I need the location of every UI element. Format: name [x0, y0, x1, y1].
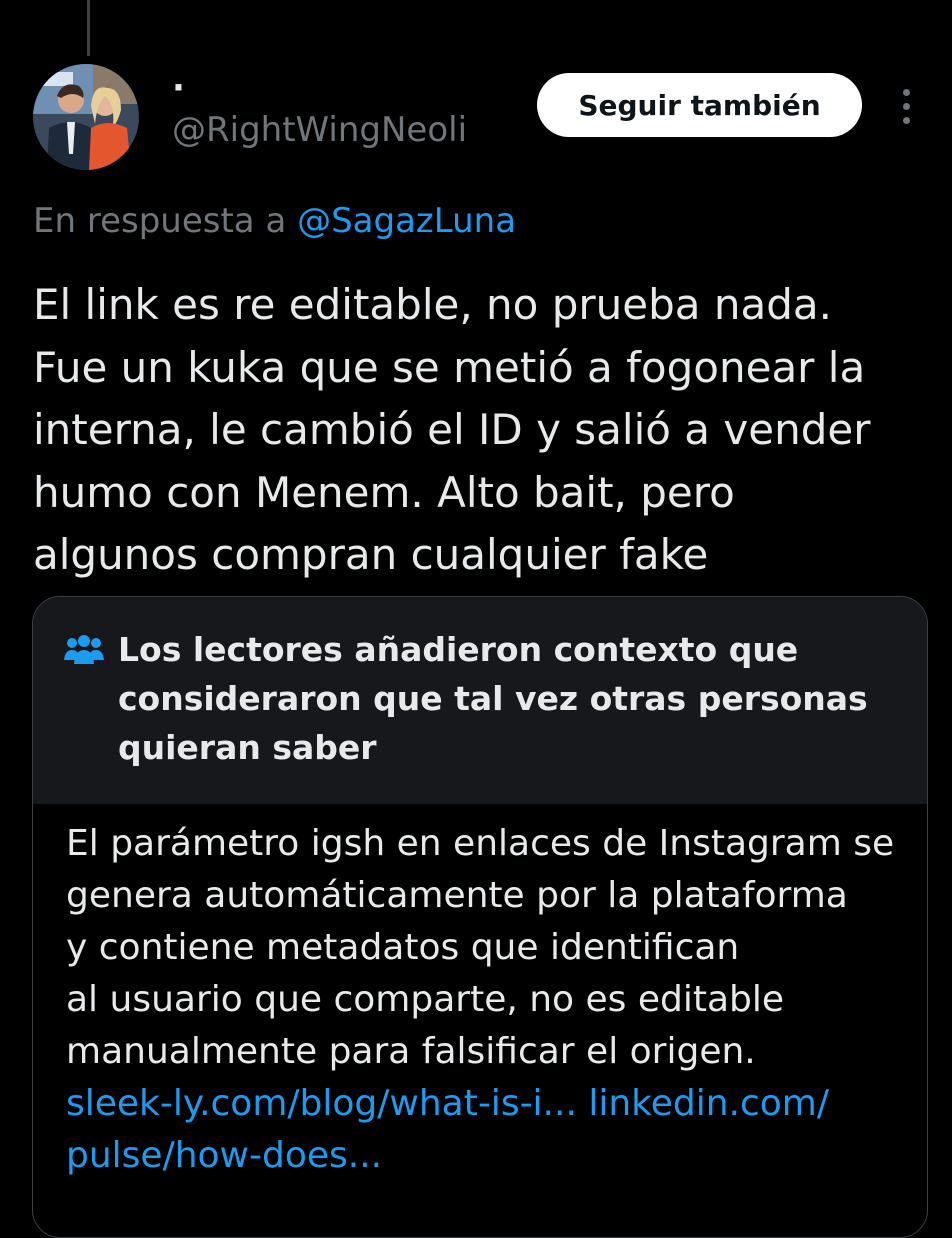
- note-body-line: genera automáticamente por la plataforma: [66, 875, 848, 916]
- people-icon: [64, 635, 104, 664]
- avatar[interactable]: [33, 64, 139, 170]
- post-text-line: El link es re editable, no prueba nada.: [33, 280, 832, 329]
- note-title-line: quieran saber: [118, 728, 377, 767]
- more-options-button[interactable]: [886, 84, 926, 128]
- display-name[interactable]: ·: [172, 68, 185, 108]
- follow-button[interactable]: Seguir también: [537, 73, 862, 137]
- note-source-link-2-continued[interactable]: pulse/how-does...: [66, 1130, 906, 1182]
- community-note-body: El parámetro igsh en enlaces de Instagra…: [66, 818, 906, 1182]
- reply-prefix: En respuesta a: [33, 201, 287, 241]
- post-text-line: algunos compran cualquier fake: [33, 530, 709, 579]
- community-note-header[interactable]: Los lectores añadieron contexto que cons…: [33, 597, 927, 804]
- more-dot-icon: [902, 116, 910, 124]
- more-dot-icon: [902, 102, 910, 110]
- note-body-line: El parámetro igsh en enlaces de Instagra…: [66, 823, 895, 864]
- user-handle[interactable]: @RightWingNeoli: [172, 108, 467, 152]
- note-body-line: al usuario que comparte, no es editable: [66, 979, 785, 1020]
- note-body-line: y contiene metadatos que identifican: [66, 927, 740, 968]
- note-source-link-2[interactable]: linkedin.com/: [588, 1083, 829, 1124]
- note-links-line: sleek-ly.com/blog/what-is-i... linkedin.…: [66, 1078, 906, 1130]
- note-body-line: manualmente para falsificar el origen.: [66, 1031, 756, 1072]
- note-title-line: Los lectores añadieron contexto que: [118, 630, 799, 669]
- thread-connector-line: [87, 0, 90, 56]
- reply-context: En respuesta a @SagazLuna: [33, 196, 516, 246]
- community-note-title: Los lectores añadieron contexto que cons…: [118, 625, 908, 772]
- post-text-line: humo con Menem. Alto bait, pero: [33, 467, 735, 517]
- more-dot-icon: [902, 88, 910, 96]
- reply-mention-link[interactable]: @SagazLuna: [297, 201, 516, 241]
- post-text-line: interna, le cambió el ID y salió a vende…: [33, 405, 871, 454]
- post-text: El link es re editable, no prueba nada. …: [33, 274, 933, 587]
- note-title-line: consideraron que tal vez otras personas: [118, 679, 868, 718]
- post-text-line: Fue un kuka que se metió a fogonear la: [33, 342, 866, 392]
- community-note-card: Los lectores añadieron contexto que cons…: [32, 596, 928, 1238]
- note-source-link-1[interactable]: sleek-ly.com/blog/what-is-i...: [66, 1083, 577, 1124]
- avatar-photo: [33, 64, 139, 170]
